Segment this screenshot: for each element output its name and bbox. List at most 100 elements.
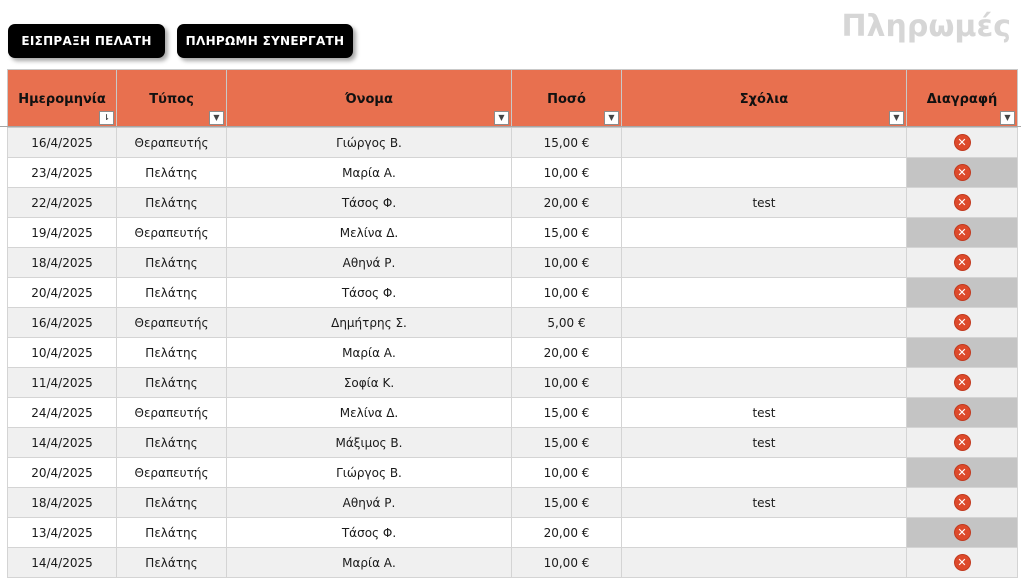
date-cell[interactable]: 23/4/2025 <box>7 157 117 188</box>
dropdown-arrow-icon[interactable]: ▼ <box>1000 111 1015 125</box>
name-cell[interactable]: Αθηνά Ρ. <box>226 487 512 518</box>
comments-cell[interactable] <box>621 307 907 338</box>
type-cell[interactable]: Θεραπευτής <box>116 307 227 338</box>
collect-client-button[interactable]: ΕΙΣΠΡΑΞΗ ΠΕΛΑΤΗ <box>8 24 165 58</box>
name-cell[interactable]: Μαρία Α. <box>226 547 512 578</box>
close-circle-icon[interactable]: ✕ <box>954 555 970 570</box>
name-cell[interactable]: Αθηνά Ρ. <box>226 247 512 278</box>
close-circle-icon[interactable]: ✕ <box>954 225 970 240</box>
type-cell[interactable]: Πελάτης <box>116 427 227 458</box>
name-cell[interactable]: Σοφία Κ. <box>226 367 512 398</box>
close-circle-icon[interactable]: ✕ <box>954 465 970 480</box>
date-cell[interactable]: 14/4/2025 <box>7 427 117 458</box>
date-cell[interactable]: 16/4/2025 <box>7 127 117 158</box>
type-cell[interactable]: Θεραπευτής <box>116 127 227 158</box>
pay-partner-button[interactable]: ΠΛΗΡΩΜΗ ΣΥΝΕΡΓΑΤΗ <box>177 24 353 58</box>
name-cell[interactable]: Γιώργος Β. <box>226 127 512 158</box>
close-circle-icon[interactable]: ✕ <box>954 495 970 510</box>
amount-cell[interactable]: 15,00 € <box>511 217 622 248</box>
name-cell[interactable]: Μάξιμος Β. <box>226 427 512 458</box>
date-cell[interactable]: 14/4/2025 <box>7 547 117 578</box>
comments-cell[interactable] <box>621 157 907 188</box>
date-cell[interactable]: 16/4/2025 <box>7 307 117 338</box>
date-cell[interactable]: 24/4/2025 <box>7 397 117 428</box>
close-circle-icon[interactable]: ✕ <box>954 135 970 150</box>
name-cell[interactable]: Γιώργος Β. <box>226 457 512 488</box>
type-cell[interactable]: Πελάτης <box>116 337 227 368</box>
close-circle-icon[interactable]: ✕ <box>954 345 970 360</box>
date-cell[interactable]: 10/4/2025 <box>7 337 117 368</box>
comments-cell[interactable] <box>621 367 907 398</box>
close-circle-icon[interactable]: ✕ <box>954 315 970 330</box>
close-circle-icon[interactable]: ✕ <box>954 195 970 210</box>
date-cell[interactable]: 18/4/2025 <box>7 247 117 278</box>
type-cell[interactable]: Πελάτης <box>116 277 227 308</box>
type-cell[interactable]: Πελάτης <box>116 367 227 398</box>
type-cell[interactable]: Πελάτης <box>116 247 227 278</box>
comments-cell[interactable] <box>621 517 907 548</box>
type-cell[interactable]: Πελάτης <box>116 547 227 578</box>
type-cell[interactable]: Θεραπευτής <box>116 217 227 248</box>
close-circle-icon[interactable]: ✕ <box>954 165 970 180</box>
amount-cell[interactable]: 5,00 € <box>511 307 622 338</box>
date-cell[interactable]: 18/4/2025 <box>7 487 117 518</box>
amount-cell[interactable]: 15,00 € <box>511 427 622 458</box>
date-cell[interactable]: 11/4/2025 <box>7 367 117 398</box>
comments-cell[interactable] <box>621 457 907 488</box>
amount-cell[interactable]: 15,00 € <box>511 487 622 518</box>
date-cell[interactable]: 19/4/2025 <box>7 217 117 248</box>
type-cell[interactable]: Θεραπευτής <box>116 457 227 488</box>
amount-cell[interactable]: 10,00 € <box>511 547 622 578</box>
comments-cell[interactable]: test <box>621 487 907 518</box>
comments-cell[interactable] <box>621 547 907 578</box>
date-cell[interactable]: 13/4/2025 <box>7 517 117 548</box>
amount-cell[interactable]: 10,00 € <box>511 367 622 398</box>
close-circle-icon[interactable]: ✕ <box>954 255 970 270</box>
comments-cell[interactable] <box>621 247 907 278</box>
name-cell[interactable]: Μελίνα Δ. <box>226 217 512 248</box>
type-cell[interactable]: Πελάτης <box>116 187 227 218</box>
close-circle-icon[interactable]: ✕ <box>954 285 970 300</box>
amount-cell[interactable]: 10,00 € <box>511 457 622 488</box>
amount-cell[interactable]: 15,00 € <box>511 397 622 428</box>
amount-cell[interactable]: 15,00 € <box>511 127 622 158</box>
sort-filter-icon[interactable]: ⇂ <box>99 111 114 125</box>
dropdown-arrow-icon[interactable]: ▼ <box>209 111 224 125</box>
name-cell[interactable]: Τάσος Φ. <box>226 277 512 308</box>
type-cell[interactable]: Πελάτης <box>116 487 227 518</box>
dropdown-arrow-icon[interactable]: ▼ <box>494 111 509 125</box>
name-cell[interactable]: Τάσος Φ. <box>226 517 512 548</box>
name-cell[interactable]: Μελίνα Δ. <box>226 397 512 428</box>
type-cell[interactable]: Πελάτης <box>116 157 227 188</box>
type-cell[interactable]: Θεραπευτής <box>116 397 227 428</box>
close-circle-icon[interactable]: ✕ <box>954 405 970 420</box>
comments-cell[interactable]: test <box>621 397 907 428</box>
comments-cell[interactable] <box>621 127 907 158</box>
amount-cell[interactable]: 20,00 € <box>511 187 622 218</box>
close-circle-icon[interactable]: ✕ <box>954 375 970 390</box>
amount-cell[interactable]: 10,00 € <box>511 247 622 278</box>
name-cell[interactable]: Μαρία Α. <box>226 337 512 368</box>
dropdown-arrow-icon[interactable]: ▼ <box>889 111 904 125</box>
amount-cell[interactable]: 10,00 € <box>511 157 622 188</box>
amount-cell[interactable]: 20,00 € <box>511 517 622 548</box>
close-circle-icon[interactable]: ✕ <box>954 525 970 540</box>
name-cell[interactable]: Τάσος Φ. <box>226 187 512 218</box>
dropdown-arrow-icon[interactable]: ▼ <box>604 111 619 125</box>
date-cell[interactable]: 22/4/2025 <box>7 187 117 218</box>
type-cell[interactable]: Πελάτης <box>116 517 227 548</box>
delete-cell: ✕ <box>906 127 1018 158</box>
comments-cell[interactable] <box>621 217 907 248</box>
comments-cell[interactable]: test <box>621 427 907 458</box>
close-circle-icon[interactable]: ✕ <box>954 435 970 450</box>
comments-cell[interactable] <box>621 337 907 368</box>
date-cell[interactable]: 20/4/2025 <box>7 457 117 488</box>
comments-cell[interactable]: test <box>621 187 907 218</box>
delete-cell: ✕ <box>906 277 1018 308</box>
name-cell[interactable]: Δημήτρης Σ. <box>226 307 512 338</box>
name-cell[interactable]: Μαρία Α. <box>226 157 512 188</box>
amount-cell[interactable]: 20,00 € <box>511 337 622 368</box>
amount-cell[interactable]: 10,00 € <box>511 277 622 308</box>
date-cell[interactable]: 20/4/2025 <box>7 277 117 308</box>
comments-cell[interactable] <box>621 277 907 308</box>
